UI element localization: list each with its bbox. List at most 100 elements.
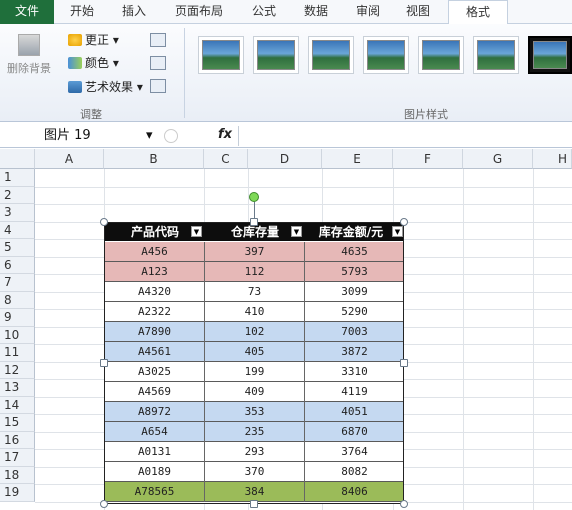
table-row: A4320 73 3099 xyxy=(105,282,403,302)
stock-qty-cell: 409 xyxy=(205,382,305,402)
stock-qty-cell: 410 xyxy=(205,302,305,322)
column-header-b[interactable]: B xyxy=(104,149,204,169)
resize-handle-top-right[interactable] xyxy=(400,218,408,226)
resize-handle-bottom[interactable] xyxy=(250,500,258,508)
grid-line xyxy=(463,169,464,510)
artistic-effects-icon xyxy=(68,81,82,93)
picture-style-5[interactable] xyxy=(418,36,464,74)
compress-pictures-icon[interactable] xyxy=(150,33,166,47)
tab-file[interactable]: 文件 xyxy=(0,0,54,24)
row-header[interactable]: 3 xyxy=(0,204,35,222)
cancel-formula-icon[interactable] xyxy=(164,129,178,143)
column-header-g[interactable]: G xyxy=(463,149,533,169)
column-header-f[interactable]: F xyxy=(393,149,463,169)
stock-qty-cell: 102 xyxy=(205,322,305,342)
product-code-cell: A2322 xyxy=(105,302,205,322)
style-preview xyxy=(477,40,515,70)
product-code-cell: A654 xyxy=(105,422,205,442)
grid-line xyxy=(35,186,572,188)
stock-qty-cell: 112 xyxy=(205,262,305,282)
resize-handle-bottom-right[interactable] xyxy=(400,500,408,508)
select-all-corner[interactable] xyxy=(0,149,35,169)
column-header-h[interactable]: H xyxy=(533,149,572,169)
reset-picture-icon[interactable] xyxy=(150,79,166,93)
row-header[interactable]: 6 xyxy=(0,256,35,274)
column-header-d[interactable]: D xyxy=(248,149,322,169)
insert-function-icon[interactable]: fx xyxy=(218,127,232,142)
row-header[interactable]: 12 xyxy=(0,361,35,379)
row-header[interactable]: 13 xyxy=(0,379,35,397)
resize-handle-bottom-left[interactable] xyxy=(100,500,108,508)
resize-handle-right[interactable] xyxy=(400,359,408,367)
resize-handle-top[interactable] xyxy=(250,218,258,226)
style-preview xyxy=(257,40,295,70)
formula-separator xyxy=(238,126,239,146)
row-header[interactable]: 19 xyxy=(0,484,35,502)
tab-data[interactable]: 数据 xyxy=(294,0,338,24)
tab-view[interactable]: 视图 xyxy=(396,0,440,24)
product-code-cell: A123 xyxy=(105,262,205,282)
style-preview xyxy=(367,40,405,70)
filter-dropdown-icon[interactable]: ▼ xyxy=(191,226,202,237)
table-row: A456 397 4635 xyxy=(105,242,403,262)
row-header[interactable]: 10 xyxy=(0,326,35,344)
table-picture[interactable]: 产品代码 ▼ 仓库存量 ▼ 库存金额/元 ▼ A456 397 4635 A123 11… xyxy=(104,222,404,504)
tab-insert[interactable]: 插入 xyxy=(112,0,156,24)
row-header[interactable]: 18 xyxy=(0,466,35,484)
row-header[interactable]: 9 xyxy=(0,309,35,327)
resize-handle-top-left[interactable] xyxy=(100,218,108,226)
picture-style-4[interactable] xyxy=(363,36,409,74)
filter-dropdown-icon[interactable]: ▼ xyxy=(392,226,403,237)
row-header[interactable]: 14 xyxy=(0,396,35,414)
corrections-button[interactable]: 更正 ▾ xyxy=(68,31,119,49)
row-header[interactable]: 16 xyxy=(0,431,35,449)
product-code-cell: A0131 xyxy=(105,442,205,462)
stock-amount-cell: 4119 xyxy=(305,382,403,402)
row-header[interactable]: 4 xyxy=(0,221,35,239)
tab-page-layout[interactable]: 页面布局 xyxy=(164,0,234,24)
remove-background-button[interactable]: 删除背景 xyxy=(3,30,55,82)
stock-amount-cell: 5793 xyxy=(305,262,403,282)
column-header-e[interactable]: E xyxy=(322,149,393,169)
table-row: A654 235 6870 xyxy=(105,422,403,442)
row-header[interactable]: 2 xyxy=(0,186,35,204)
row-header[interactable]: 11 xyxy=(0,344,35,362)
artistic-effects-button[interactable]: 艺术效果 ▾ xyxy=(68,78,143,96)
color-button[interactable]: 颜色 ▾ xyxy=(68,54,119,72)
table-row: A78565 384 8406 xyxy=(105,482,403,502)
change-picture-icon[interactable] xyxy=(150,56,166,70)
picture-style-1[interactable] xyxy=(198,36,244,74)
stock-qty-cell: 353 xyxy=(205,402,305,422)
stock-amount-cell: 8406 xyxy=(305,482,403,502)
stock-qty-cell: 73 xyxy=(205,282,305,302)
row-header[interactable]: 15 xyxy=(0,414,35,432)
tab-review[interactable]: 审阅 xyxy=(346,0,390,24)
row-header[interactable]: 8 xyxy=(0,291,35,309)
tab-formulas[interactable]: 公式 xyxy=(242,0,286,24)
style-preview xyxy=(312,40,350,70)
stock-qty-cell: 384 xyxy=(205,482,305,502)
chevron-down-icon[interactable]: ▾ xyxy=(146,127,153,145)
column-header-a[interactable]: A xyxy=(35,149,104,169)
stock-amount-cell: 4051 xyxy=(305,402,403,422)
filter-dropdown-icon[interactable]: ▼ xyxy=(291,226,302,237)
sun-icon xyxy=(68,34,82,46)
picture-style-2[interactable] xyxy=(253,36,299,74)
tab-format[interactable]: 格式 xyxy=(448,0,508,25)
picture-style-6[interactable] xyxy=(473,36,519,74)
row-header[interactable]: 5 xyxy=(0,239,35,257)
picture-style-3[interactable] xyxy=(308,36,354,74)
tab-home[interactable]: 开始 xyxy=(60,0,104,24)
rotate-handle[interactable] xyxy=(249,192,259,202)
column-header-c[interactable]: C xyxy=(204,149,248,169)
row-header[interactable]: 1 xyxy=(0,169,35,187)
table-row: A2322 410 5290 xyxy=(105,302,403,322)
style-preview xyxy=(533,41,567,69)
resize-handle-left[interactable] xyxy=(100,359,108,367)
stock-qty-cell: 405 xyxy=(205,342,305,362)
name-box[interactable]: 图片 19 ▾ xyxy=(34,127,162,145)
product-code-cell: A456 xyxy=(105,242,205,262)
picture-style-7[interactable] xyxy=(528,36,572,74)
row-header[interactable]: 7 xyxy=(0,274,35,292)
row-header[interactable]: 17 xyxy=(0,449,35,467)
